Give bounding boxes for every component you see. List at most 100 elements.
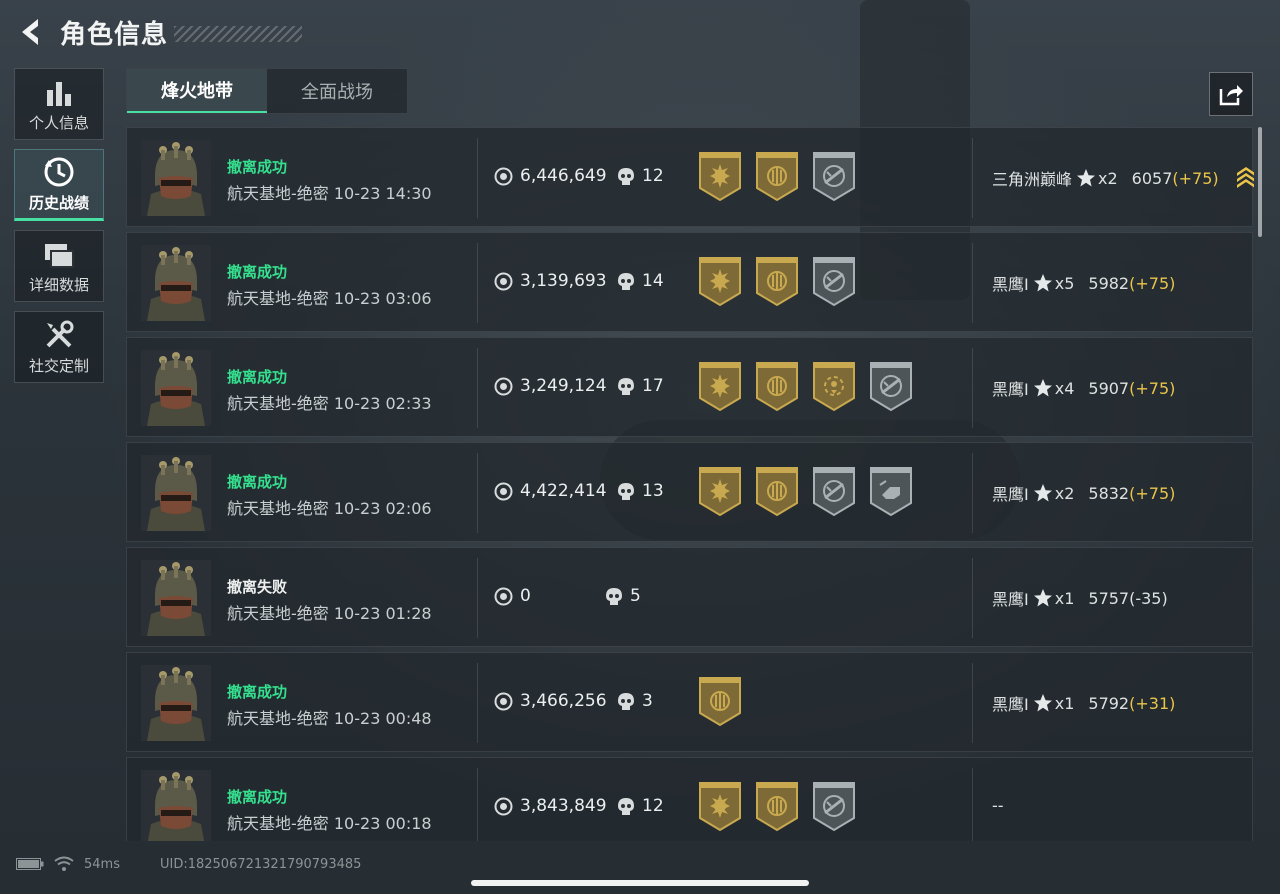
rank-score: 5832 [1088, 483, 1130, 503]
match-row[interactable]: 撤离成功 航天基地-绝密 10-23 14:30 6,446,649 12 三角洲巅峰 x… [126, 127, 1254, 227]
match-row[interactable]: 撤离成功 航天基地-绝密 10-23 03:06 3,139,693 14 黑鹰I x5 5… [126, 232, 1253, 332]
kills-value: 3 [617, 691, 653, 711]
bar-chart-icon [42, 76, 76, 108]
gold-emblem-badge-icon[interactable] [754, 360, 800, 412]
map-name: 航天基地-绝密 [227, 709, 329, 728]
map-and-time: 航天基地-绝密 10-23 02:06 [227, 495, 432, 519]
back-arrow-icon [22, 19, 38, 45]
money-value: 6,446,649 [494, 166, 607, 186]
wifi-icon [54, 856, 74, 871]
uid-text: UID:182506721321790793485 [159, 856, 362, 872]
skull-icon [617, 482, 635, 501]
map-and-time: 航天基地-绝密 10-23 00:18 [227, 810, 432, 834]
map-name: 航天基地-绝密 [227, 289, 329, 308]
money-amount: 6,446,649 [520, 166, 607, 186]
silver-fist-badge-icon[interactable] [868, 465, 914, 517]
divider [972, 663, 973, 743]
tab-full-battlefield[interactable]: 全面战场 [267, 69, 407, 113]
extraction-result: 撤离成功 [227, 788, 288, 806]
scrollbar[interactable] [1258, 127, 1262, 237]
folder-stack-icon [42, 238, 76, 270]
gold-emblem-badge-icon[interactable] [754, 255, 800, 307]
silver-rifle-badge-icon[interactable] [811, 150, 857, 202]
kills-value: 5 [605, 586, 641, 606]
sidenav-item-match-history[interactable]: 历史战绩 [14, 149, 104, 221]
mode-tabs: 烽火地带 全面战场 [126, 68, 408, 114]
gold-target-badge-icon[interactable] [811, 360, 857, 412]
achievement-badges [697, 360, 925, 412]
title-decoration [174, 26, 303, 42]
rank-name: 三角洲巅峰 [992, 170, 1073, 189]
share-button[interactable] [1209, 72, 1253, 116]
skull-icon [617, 272, 635, 291]
home-indicator[interactable] [471, 880, 809, 886]
gold-emblem-badge-icon[interactable] [754, 780, 800, 832]
silver-rifle-badge-icon[interactable] [811, 255, 857, 307]
gold-emblem-badge-icon[interactable] [754, 465, 800, 517]
share-icon [1219, 85, 1243, 106]
extraction-result: 撤离成功 [227, 368, 288, 386]
star-icon [1033, 378, 1053, 398]
divider [477, 243, 478, 323]
tab-beacon-zone[interactable]: 烽火地带 [127, 69, 267, 113]
gold-sun-badge-icon[interactable] [697, 150, 743, 202]
money-value: 3,139,693 [494, 271, 607, 291]
status-bar: 54ms UID:182506721321790793485 [16, 856, 361, 872]
skull-icon [617, 797, 635, 816]
rank-score: 5792 [1088, 693, 1130, 713]
divider [972, 348, 973, 428]
gold-sun-badge-icon[interactable] [697, 780, 743, 832]
star-count: x5 [1054, 273, 1075, 293]
money-value: 4,422,414 [494, 481, 607, 501]
coin-icon [494, 482, 513, 501]
divider [477, 663, 478, 743]
kills-value: 17 [617, 376, 664, 396]
rank-info: 三角洲巅峰 x2 6057 (+75) [992, 166, 1219, 190]
kill-count: 12 [642, 796, 664, 816]
match-row[interactable]: 撤离失败 航天基地-绝密 10-23 01:28 0 5 黑鹰I x1 5757 (-35) [126, 547, 1253, 647]
match-time: 10-23 00:48 [333, 709, 432, 728]
kills-value: 13 [617, 481, 664, 501]
score-delta: (+75) [1129, 483, 1176, 503]
money-amount: 0 [520, 586, 531, 606]
rank-info: 黑鹰I x2 5832 (+75) [992, 481, 1175, 505]
kill-count: 17 [642, 376, 664, 396]
match-row[interactable]: 撤离成功 航天基地-绝密 10-23 00:48 3,466,256 3 黑鹰I x1 57… [126, 652, 1253, 752]
rank-info: 黑鹰I x1 5792 (+31) [992, 691, 1175, 715]
ping-value: 54ms [84, 856, 120, 872]
match-row[interactable]: 撤离成功 航天基地-绝密 10-23 02:06 4,422,414 13 黑鹰I x2 5… [126, 442, 1253, 542]
match-row[interactable]: 撤离成功 航天基地-绝密 10-23 02:33 3,249,124 17 黑鹰I x4 5… [126, 337, 1253, 437]
sidenav-item-personal-info[interactable]: 个人信息 [14, 68, 104, 140]
gold-emblem-badge-icon[interactable] [697, 675, 743, 727]
gold-sun-badge-icon[interactable] [697, 465, 743, 517]
match-row[interactable]: 撤离成功 航天基地-绝密 10-23 00:18 3,843,849 12 -- [126, 757, 1253, 841]
divider [477, 558, 478, 638]
history-clock-icon [42, 156, 76, 188]
silver-rifle-badge-icon[interactable] [811, 780, 857, 832]
silver-rifle-badge-icon[interactable] [868, 360, 914, 412]
sidenav-item-detailed-data[interactable]: 详细数据 [14, 230, 104, 302]
operator-avatar [141, 455, 211, 531]
skull-icon [605, 587, 623, 606]
operator-avatar [141, 350, 211, 426]
coin-icon [494, 797, 513, 816]
coin-icon [494, 692, 513, 711]
rank-score: 5757 [1088, 588, 1130, 608]
map-and-time: 航天基地-绝密 10-23 14:30 [227, 180, 432, 204]
back-button[interactable] [16, 14, 46, 50]
gold-sun-badge-icon[interactable] [697, 360, 743, 412]
header: 角色信息 [16, 14, 303, 50]
silver-rifle-badge-icon[interactable] [811, 465, 857, 517]
extraction-result: 撤离成功 [227, 263, 288, 281]
gold-emblem-badge-icon[interactable] [754, 150, 800, 202]
gold-sun-badge-icon[interactable] [697, 255, 743, 307]
match-time: 10-23 01:28 [333, 604, 432, 623]
match-time: 10-23 00:18 [333, 814, 432, 833]
map-and-time: 航天基地-绝密 10-23 02:33 [227, 390, 432, 414]
coin-icon [494, 377, 513, 396]
map-name: 航天基地-绝密 [227, 499, 329, 518]
sidenav-label: 历史战绩 [28, 193, 89, 212]
star-icon [1033, 273, 1053, 293]
money-amount: 3,466,256 [520, 691, 607, 711]
sidenav-item-social-custom[interactable]: 社交定制 [14, 311, 104, 383]
